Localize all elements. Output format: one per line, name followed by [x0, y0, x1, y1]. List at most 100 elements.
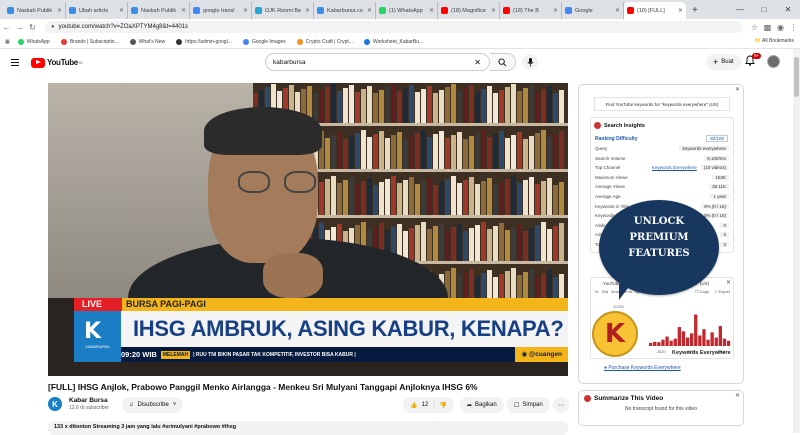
browser-tab[interactable]: (18) The B ✕: [500, 2, 562, 19]
save-button[interactable]: ☐ Simpan: [507, 397, 550, 413]
tab-label: (18) [FULL]: [637, 7, 665, 14]
tab-close-icon[interactable]: ✕: [243, 7, 248, 14]
reload-icon[interactable]: ↻: [26, 23, 39, 32]
metric-link[interactable]: Keywords Everywhere: [652, 165, 697, 170]
all-bookmarks[interactable]: 📁 All Bookmarks: [755, 38, 794, 44]
site-info-icon[interactable]: ●: [51, 24, 55, 30]
find-keywords-button[interactable]: Find YouTube keywords for "keywords ever…: [594, 97, 730, 111]
tab-favicon-icon: [69, 7, 76, 14]
browser-tab[interactable]: (18) Magnifice ✕: [438, 2, 500, 19]
bookmark-item[interactable]: What's New: [129, 38, 166, 45]
scrollbar-thumb[interactable]: [794, 57, 799, 97]
search-button[interactable]: [490, 53, 516, 71]
tab-close-icon[interactable]: ✕: [367, 7, 372, 14]
bookmark-label: Brands | Subscriptio...: [69, 38, 119, 45]
apps-grid-icon[interactable]: ▦: [5, 39, 10, 45]
menu-hamburger-icon[interactable]: [11, 57, 19, 68]
tab-label: Naskah Publik: [17, 7, 53, 14]
close-window-icon[interactable]: ✕: [776, 0, 800, 19]
browser-tab[interactable]: Naskah Publik ✕: [128, 2, 190, 19]
insight-metric-row: Query keywords everywhere: [595, 146, 729, 151]
browser-tab[interactable]: Naskah Publik ✕: [4, 2, 66, 19]
more-actions-button[interactable]: ⋯: [553, 397, 569, 413]
trend-range-0[interactable]: 7d: [594, 289, 598, 294]
search-input[interactable]: kabarbursa ✕: [265, 53, 490, 71]
browser-tab[interactable]: Ubah article ✕: [66, 2, 128, 19]
tab-close-icon[interactable]: ✕: [57, 7, 62, 14]
new-tab-icon[interactable]: +: [686, 2, 704, 19]
trend-bar: [657, 342, 661, 346]
close-panel-icon[interactable]: ✕: [735, 86, 740, 93]
close-trend-icon[interactable]: ✕: [726, 279, 731, 286]
tab-close-icon[interactable]: ✕: [615, 7, 620, 14]
forward-icon[interactable]: →: [13, 23, 26, 32]
voice-search-button[interactable]: [522, 54, 538, 70]
trend-range-2[interactable]: 3mo: [611, 289, 619, 294]
browser-tab[interactable]: (1) WhatsApp ✕: [376, 2, 438, 19]
unlock-line-1: UNLOCK: [633, 216, 685, 227]
browser-tab[interactable]: Kabarbursa.co ✕: [314, 2, 376, 19]
browser-tab[interactable]: google transl ✕: [190, 2, 252, 19]
tab-favicon-icon: [441, 7, 448, 14]
create-button[interactable]: + Buat: [706, 54, 741, 70]
subscriber-count: 12,6 rb subscriber: [69, 405, 110, 411]
browser-tab[interactable]: Google ✕: [562, 2, 624, 19]
more-dots-icon: ⋯: [558, 402, 564, 409]
maximize-icon[interactable]: □: [752, 0, 776, 19]
tab-close-icon[interactable]: ✕: [305, 7, 310, 14]
account-avatar[interactable]: [767, 55, 780, 68]
trend-range-1[interactable]: 30d: [601, 289, 608, 294]
browser-tab[interactable]: OJK Resmi Be ✕: [252, 2, 314, 19]
page-scrollbar[interactable]: [793, 49, 800, 433]
tab-close-icon[interactable]: ✕: [491, 7, 496, 14]
bookmark-item[interactable]: WhatsApp: [17, 38, 50, 45]
tab-close-icon[interactable]: ✕: [553, 7, 558, 14]
subscribe-button[interactable]: ♫ Disubscribe ˅: [122, 397, 184, 413]
address-bar: ← → ↻ ● youtube.com/watch?v=ZOaXPTYM4g8&…: [0, 19, 800, 35]
clear-search-icon[interactable]: ✕: [474, 58, 481, 67]
tab-close-icon[interactable]: ✕: [119, 7, 124, 14]
minimize-icon[interactable]: —: [728, 0, 752, 19]
bookmark-item[interactable]: Brands | Subscriptio...: [60, 38, 119, 45]
back-icon[interactable]: ←: [0, 23, 13, 32]
youtube-logo[interactable]: YouTube ID: [31, 57, 83, 68]
share-button[interactable]: ➦ Bagikan: [460, 397, 504, 413]
instagram-handle-text: @cuangen: [528, 351, 562, 358]
thumbs-down-icon[interactable]: 👎: [440, 402, 447, 409]
menu-kebab-icon[interactable]: ⋮: [787, 23, 800, 32]
profile-icon[interactable]: ◉: [774, 23, 787, 32]
tab-close-icon[interactable]: ✕: [678, 7, 683, 14]
video-player[interactable]: LIVE BURSA PAGI-PAGI K KABARBURSA IHSG AM…: [48, 83, 568, 376]
channel-info: K Kabar Bursa 12,6 rb subscriber: [48, 397, 109, 411]
channel-avatar[interactable]: K: [48, 397, 62, 411]
bookmark-label: What's New: [138, 38, 166, 45]
tab-favicon-icon: [503, 7, 510, 14]
bookmark-item[interactable]: Crypto Craft | Crypt...: [296, 38, 353, 45]
tab-close-icon[interactable]: ✕: [429, 7, 434, 14]
keywords-everywhere-k-logo[interactable]: K: [592, 311, 638, 357]
channel-name[interactable]: Kabar Bursa: [69, 397, 109, 404]
ke-logo-icon: [594, 122, 601, 129]
tab-label: (1) WhatsApp: [389, 7, 423, 14]
metric-label: Query: [595, 146, 608, 151]
extensions-icon[interactable]: ▩: [761, 23, 774, 32]
bookmark-item[interactable]: Google Images: [242, 38, 286, 45]
metric-value: 39.11K: [709, 184, 729, 190]
browser-tab[interactable]: (18) [FULL] ✕: [624, 2, 686, 19]
unlock-premium-bubble[interactable]: UNLOCK PREMIUM FEATURES: [599, 200, 719, 300]
bookmark-item[interactable]: https://admin-googl...: [176, 38, 232, 45]
trend-bar: [722, 338, 727, 346]
trend-bar: [649, 342, 653, 346]
tab-close-icon[interactable]: ✕: [181, 7, 186, 14]
close-summary-icon[interactable]: ✕: [735, 392, 740, 399]
copy-button[interactable]: ❐ Copy: [695, 289, 709, 294]
bookmark-item[interactable]: Worksheet_KabarBu...: [363, 38, 423, 45]
bookmark-icon: ☐: [514, 402, 520, 409]
url-input[interactable]: ● youtube.com/watch?v=ZOaXPTYM4g8&t=4401…: [45, 21, 742, 33]
notification-count-badge: 9+: [752, 53, 762, 59]
youtube-logo-text: YouTube: [47, 58, 78, 67]
purchase-link[interactable]: ● Purchase Keywords Everywhere: [604, 365, 681, 371]
star-icon[interactable]: ☆: [748, 23, 761, 32]
like-button[interactable]: 👍 12 | 👎: [403, 397, 455, 413]
export-button[interactable]: ⇩ Export: [714, 289, 730, 294]
